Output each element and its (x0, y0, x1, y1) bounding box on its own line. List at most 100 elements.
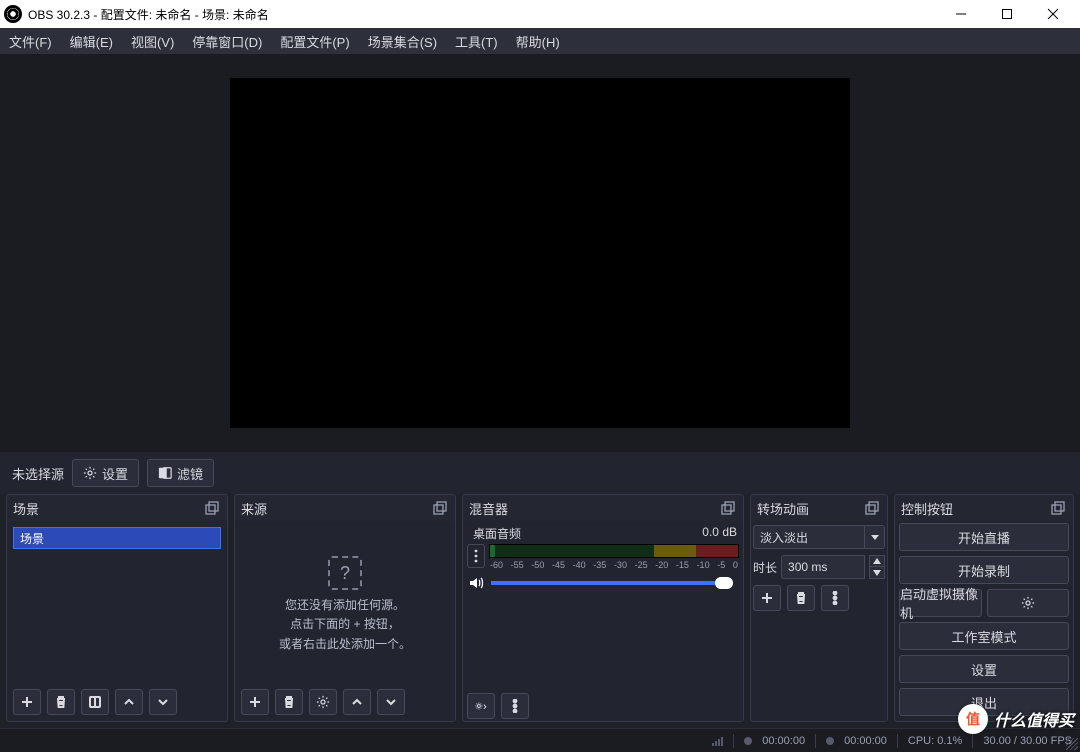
source-add-button[interactable] (241, 689, 269, 715)
source-filters-label: 滤镜 (177, 464, 203, 483)
transitions-popout-button[interactable] (863, 499, 881, 517)
resize-grip[interactable] (1066, 738, 1078, 750)
scene-filter-button[interactable] (81, 689, 109, 715)
preview-area (0, 54, 1080, 452)
source-settings-button[interactable] (309, 689, 337, 715)
trash-icon (54, 695, 68, 709)
mixer-title: 混音器 (469, 499, 508, 518)
controls-dock: 控制按钮 开始直播 开始录制 启动虚拟摄像机 工作室模式 设置 退出 (894, 494, 1074, 722)
question-icon: ? (328, 556, 362, 590)
scene-item[interactable]: 场景 (13, 527, 221, 549)
controls-title: 控制按钮 (901, 499, 953, 518)
mixer-track-menu-button[interactable] (467, 544, 485, 568)
source-properties-button[interactable]: 设置 (72, 459, 139, 487)
plus-icon (20, 695, 34, 709)
obs-logo-icon (4, 5, 22, 23)
transition-remove-button[interactable] (787, 585, 815, 611)
transition-add-button[interactable] (753, 585, 781, 611)
gear-small-icon (474, 699, 488, 713)
popout-icon (721, 501, 735, 515)
sources-empty-line2: 点击下面的 + 按钮， (290, 617, 400, 631)
gear-icon (83, 466, 97, 480)
scene-move-down-button[interactable] (149, 689, 177, 715)
status-live-time: 00:00:00 (762, 735, 805, 747)
mixer-menu-button[interactable] (501, 693, 529, 719)
window-maximize-button[interactable] (984, 0, 1030, 28)
caret-up-icon (873, 558, 881, 564)
source-remove-button[interactable] (275, 689, 303, 715)
sources-popout-button[interactable] (431, 499, 449, 517)
source-move-up-button[interactable] (343, 689, 371, 715)
scenes-popout-button[interactable] (203, 499, 221, 517)
sources-title: 来源 (241, 499, 267, 518)
filter-icon (158, 466, 172, 480)
mixer-advanced-button[interactable] (467, 693, 495, 719)
virtualcam-settings-button[interactable] (987, 589, 1070, 617)
chevron-down-icon (156, 695, 170, 709)
menu-view[interactable]: 视图(V) (122, 28, 183, 54)
source-filters-button[interactable]: 滤镜 (147, 459, 214, 487)
mixer-track-level: 0.0 dB (702, 525, 737, 542)
start-stream-button[interactable]: 开始直播 (899, 523, 1069, 551)
settings-button[interactable]: 设置 (899, 655, 1069, 683)
start-record-button[interactable]: 开始录制 (899, 556, 1069, 584)
preview-canvas[interactable] (230, 78, 850, 428)
titlebar: OBS 30.2.3 - 配置文件: 未命名 - 场景: 未命名 (0, 0, 1080, 28)
sources-empty-line1: 您还没有添加任何源。 (285, 598, 405, 612)
caret-down-icon (873, 570, 881, 576)
scene-add-button[interactable] (13, 689, 41, 715)
transition-select[interactable]: 淡入淡出 (753, 525, 885, 549)
plus-icon (760, 591, 774, 605)
menu-edit[interactable]: 编辑(E) (61, 28, 122, 54)
mixer-track-name: 桌面音频 (473, 525, 521, 542)
mixer-volume-slider[interactable] (491, 577, 739, 589)
mixer-dock: 混音器 桌面音频 0.0 dB (462, 494, 744, 722)
mixer-popout-button[interactable] (719, 499, 737, 517)
transitions-title: 转场动画 (757, 499, 809, 518)
studio-mode-button[interactable]: 工作室模式 (899, 622, 1069, 650)
plus-icon (248, 695, 262, 709)
scene-grid-icon (88, 695, 102, 709)
source-move-down-button[interactable] (377, 689, 405, 715)
window-minimize-button[interactable] (938, 0, 984, 28)
scene-remove-button[interactable] (47, 689, 75, 715)
scenes-dock: 场景 场景 (6, 494, 228, 722)
source-context-toolbar: 未选择源 设置 滤镜 (0, 452, 1080, 494)
source-properties-label: 设置 (102, 464, 128, 483)
trash-icon (794, 591, 808, 605)
chevron-up-icon (122, 695, 136, 709)
scene-list[interactable]: 场景 (11, 525, 223, 685)
controls-popout-button[interactable] (1049, 499, 1067, 517)
network-signal-icon (712, 736, 723, 746)
menu-tools[interactable]: 工具(T) (446, 28, 507, 54)
live-dot-icon (744, 737, 752, 745)
transition-select-arrow[interactable] (865, 525, 885, 549)
chevron-up-icon (350, 695, 364, 709)
menu-file[interactable]: 文件(F) (0, 28, 61, 54)
transition-select-value: 淡入淡出 (753, 525, 865, 549)
transitions-dock: 转场动画 淡入淡出 时长 300 ms (750, 494, 888, 722)
start-virtualcam-button[interactable]: 启动虚拟摄像机 (899, 589, 982, 617)
duration-up-button[interactable] (869, 555, 885, 567)
mixer-mute-button[interactable] (467, 574, 485, 592)
menu-profile[interactable]: 配置文件(P) (271, 28, 358, 54)
popout-icon (205, 501, 219, 515)
status-rec-time: 00:00:00 (844, 735, 887, 747)
gear-icon (316, 695, 330, 709)
window-title: OBS 30.2.3 - 配置文件: 未命名 - 场景: 未命名 (28, 6, 269, 23)
exit-button[interactable]: 退出 (899, 688, 1069, 716)
duration-down-button[interactable] (869, 567, 885, 579)
menu-help[interactable]: 帮助(H) (507, 28, 569, 54)
rec-dot-icon (826, 737, 834, 745)
window-close-button[interactable] (1030, 0, 1076, 28)
kebab-icon (474, 549, 478, 563)
menu-scene-collection[interactable]: 场景集合(S) (359, 28, 446, 54)
popout-icon (433, 501, 447, 515)
transition-menu-button[interactable] (821, 585, 849, 611)
scene-move-up-button[interactable] (115, 689, 143, 715)
transition-duration-input[interactable]: 300 ms (781, 555, 865, 579)
sources-dock: 来源 ? 您还没有添加任何源。 点击下面的 + 按钮， 或者右击此处添加一个。 (234, 494, 456, 722)
scenes-title: 场景 (13, 499, 39, 518)
sources-empty-state[interactable]: ? 您还没有添加任何源。 点击下面的 + 按钮， 或者右击此处添加一个。 (239, 525, 451, 685)
menu-docks[interactable]: 停靠窗口(D) (183, 28, 271, 54)
